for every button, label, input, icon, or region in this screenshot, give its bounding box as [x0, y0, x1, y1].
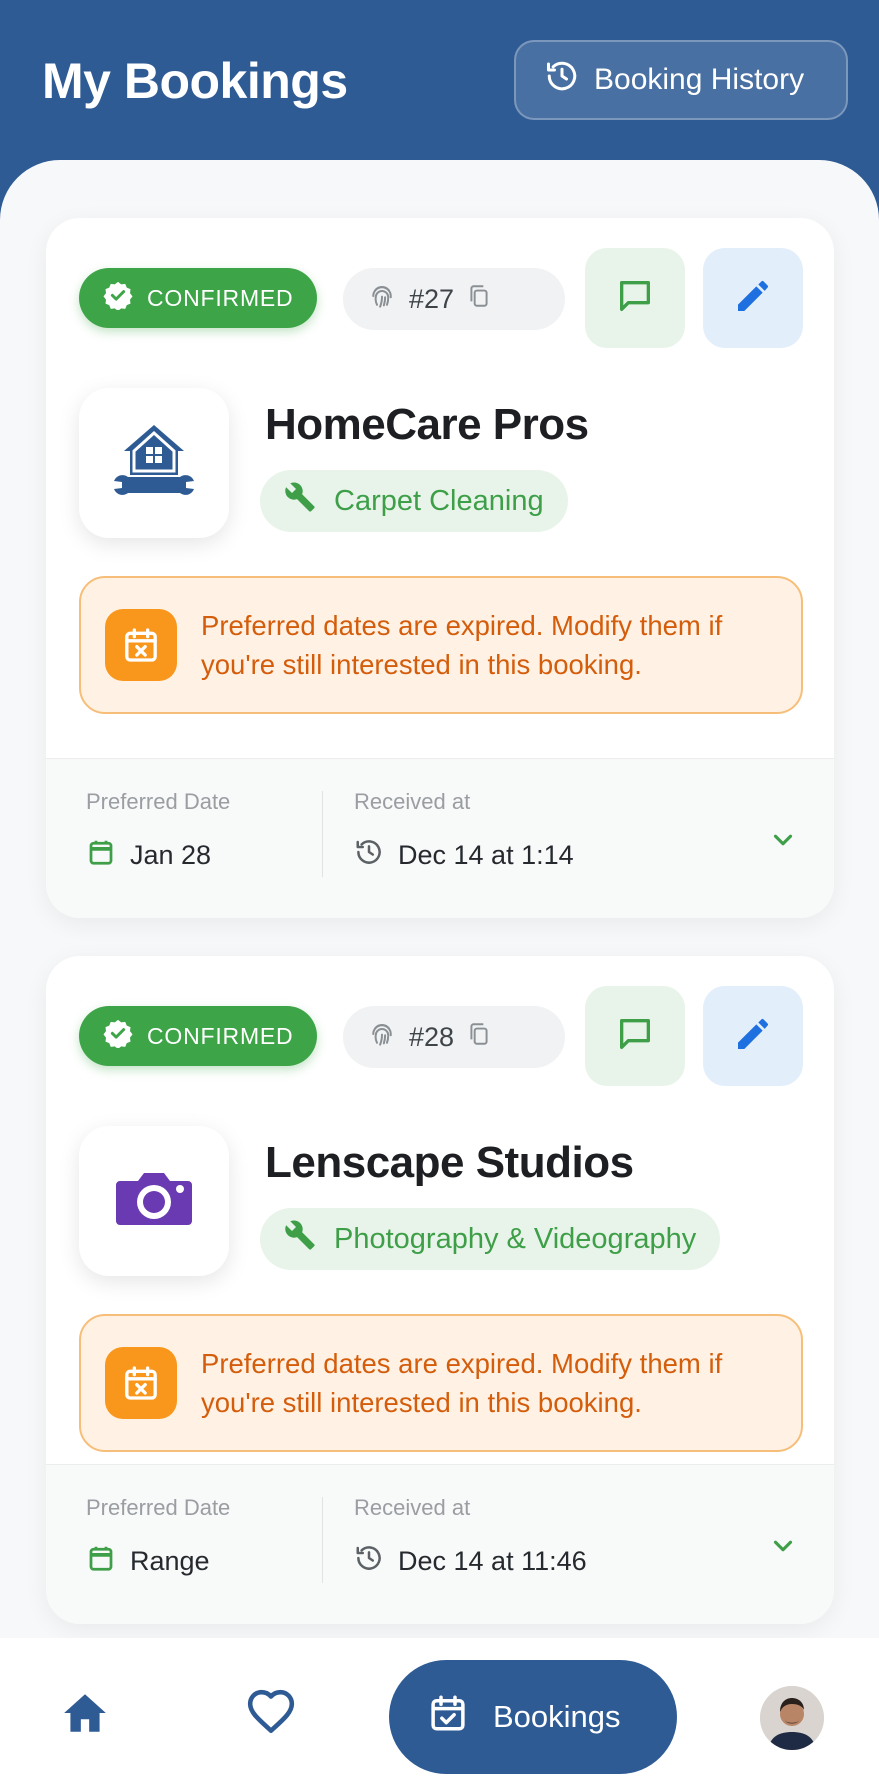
- booking-details-footer[interactable]: Preferred Date Range Received at Dec 14 …: [46, 1464, 834, 1624]
- pencil-icon: [733, 276, 773, 321]
- fingerprint-icon: [367, 281, 397, 318]
- received-at-field: Received at Dec 14 at 11:46: [354, 1495, 587, 1580]
- divider: [322, 1497, 323, 1583]
- copy-icon[interactable]: [466, 1021, 492, 1054]
- booking-history-label: Booking History: [594, 63, 805, 96]
- house-wrench-icon: [106, 413, 202, 514]
- calendar-x-icon: [105, 609, 177, 681]
- company-name: HomeCare Pros: [265, 400, 589, 449]
- calendar-check-icon: [427, 1692, 469, 1742]
- avatar[interactable]: [760, 1686, 824, 1750]
- category-label: Photography & Videography: [334, 1222, 697, 1255]
- nav-bookings-label: Bookings: [493, 1699, 621, 1734]
- preferred-date-field: Preferred Date Range: [86, 1495, 230, 1580]
- history-icon: [544, 58, 580, 102]
- chevron-down-icon[interactable]: [768, 1531, 798, 1566]
- received-at-label: Received at: [354, 789, 471, 814]
- expired-dates-warning: Preferred dates are expired. Modify them…: [79, 576, 803, 714]
- home-icon[interactable]: [60, 1688, 110, 1738]
- wrench-icon: [284, 481, 316, 521]
- booking-id: #28: [409, 1021, 455, 1052]
- edit-button[interactable]: [703, 248, 803, 348]
- status-label: CONFIRMED: [147, 1022, 294, 1049]
- verified-check-icon: [103, 1018, 133, 1054]
- edit-button[interactable]: [703, 986, 803, 1086]
- history-icon: [354, 837, 384, 874]
- booking-id-chip[interactable]: #27: [343, 268, 565, 330]
- calendar-icon: [86, 1543, 116, 1580]
- calendar-icon: [86, 837, 116, 874]
- preferred-date-field: Preferred Date Jan 28: [86, 789, 230, 874]
- company-logo: [79, 1126, 229, 1276]
- bottom-navigation: Bookings: [0, 1638, 879, 1789]
- category-label: Carpet Cleaning: [334, 484, 544, 517]
- history-icon: [354, 1543, 384, 1580]
- verified-check-icon: [103, 280, 133, 316]
- nav-bookings-tab[interactable]: Bookings: [389, 1660, 677, 1774]
- preferred-date-value: Range: [130, 1546, 210, 1576]
- fingerprint-icon: [367, 1019, 397, 1056]
- status-badge: CONFIRMED: [79, 1006, 317, 1066]
- heart-icon[interactable]: [246, 1688, 296, 1738]
- booking-card[interactable]: CONFIRMED #27 HomeCare Pros Carpet Clean…: [46, 218, 834, 918]
- preferred-date-value: Jan 28: [130, 840, 212, 870]
- company-name: Lenscape Studios: [265, 1138, 634, 1187]
- received-at-field: Received at Dec 14 at 1:14: [354, 789, 574, 874]
- pencil-icon: [733, 1014, 773, 1059]
- message-button[interactable]: [585, 248, 685, 348]
- booking-card[interactable]: CONFIRMED #28 Lenscape Studios Photograp…: [46, 956, 834, 1624]
- received-at-value: Dec 14 at 11:46: [398, 1546, 587, 1576]
- received-at-label: Received at: [354, 1495, 471, 1520]
- page-title: My Bookings: [42, 53, 348, 109]
- message-button[interactable]: [585, 986, 685, 1086]
- company-logo: [79, 388, 229, 538]
- category-chip: Carpet Cleaning: [260, 470, 568, 532]
- status-label: CONFIRMED: [147, 284, 294, 311]
- preferred-date-label: Preferred Date: [86, 789, 231, 814]
- chat-icon: [615, 276, 655, 321]
- camera-icon: [106, 1151, 202, 1252]
- divider: [322, 791, 323, 877]
- preferred-date-label: Preferred Date: [86, 1495, 231, 1520]
- status-badge: CONFIRMED: [79, 268, 317, 328]
- wrench-icon: [284, 1219, 316, 1259]
- warning-text: Preferred dates are expired. Modify them…: [201, 610, 723, 680]
- booking-history-button[interactable]: Booking History: [514, 40, 848, 120]
- booking-id: #27: [409, 283, 455, 314]
- calendar-x-icon: [105, 1347, 177, 1419]
- chat-icon: [615, 1014, 655, 1059]
- category-chip: Photography & Videography: [260, 1208, 721, 1270]
- warning-text: Preferred dates are expired. Modify them…: [201, 1348, 723, 1418]
- chevron-down-icon[interactable]: [768, 825, 798, 860]
- received-at-value: Dec 14 at 1:14: [398, 840, 574, 870]
- booking-details-footer[interactable]: Preferred Date Jan 28 Received at Dec 14…: [46, 758, 834, 918]
- booking-id-chip[interactable]: #28: [343, 1006, 565, 1068]
- copy-icon[interactable]: [466, 283, 492, 316]
- expired-dates-warning: Preferred dates are expired. Modify them…: [79, 1314, 803, 1452]
